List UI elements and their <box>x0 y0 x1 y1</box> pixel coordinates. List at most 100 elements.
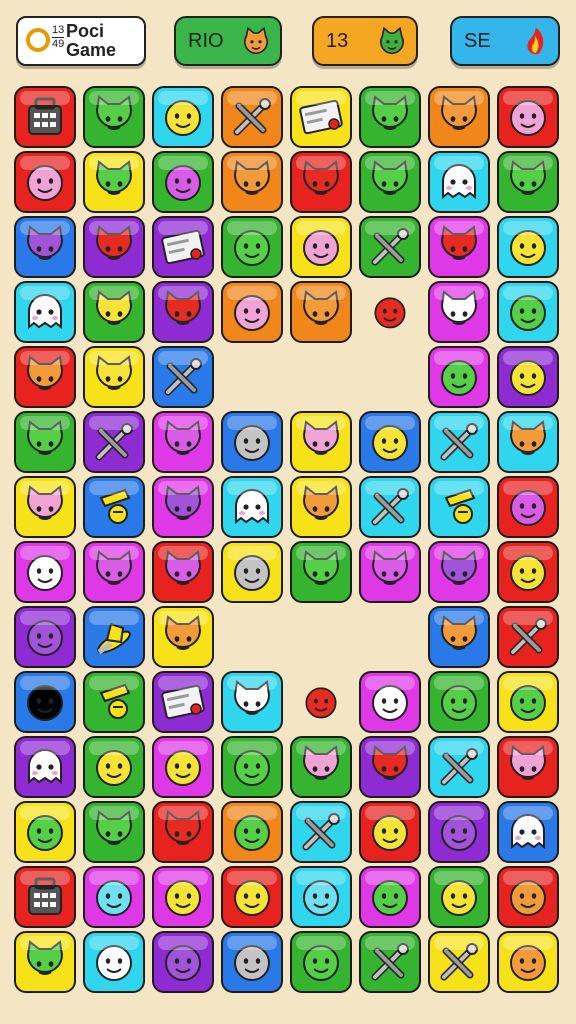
game-tile[interactable] <box>290 476 352 538</box>
game-tile[interactable] <box>290 151 352 213</box>
game-tile[interactable] <box>152 866 214 928</box>
game-tile[interactable] <box>497 671 559 733</box>
game-tile[interactable] <box>152 86 214 148</box>
game-tile[interactable] <box>497 216 559 278</box>
game-tile[interactable] <box>290 866 352 928</box>
game-tile[interactable] <box>428 411 490 473</box>
game-tile[interactable] <box>83 86 145 148</box>
game-tile[interactable] <box>497 281 559 343</box>
game-tile[interactable] <box>428 736 490 798</box>
game-tile[interactable] <box>290 86 352 148</box>
game-tile[interactable] <box>290 281 352 343</box>
game-tile[interactable] <box>152 736 214 798</box>
game-tile[interactable] <box>428 541 490 603</box>
game-tile[interactable] <box>359 216 421 278</box>
game-tile[interactable] <box>152 346 214 408</box>
game-tile[interactable] <box>290 931 352 993</box>
game-tile[interactable] <box>221 541 283 603</box>
game-tile[interactable] <box>497 801 559 863</box>
game-tile[interactable] <box>221 931 283 993</box>
game-tile[interactable] <box>14 346 76 408</box>
game-tile[interactable] <box>14 411 76 473</box>
game-tile[interactable] <box>359 931 421 993</box>
game-tile[interactable] <box>359 801 421 863</box>
game-tile[interactable] <box>83 736 145 798</box>
game-tile[interactable] <box>428 476 490 538</box>
game-tile[interactable] <box>83 866 145 928</box>
game-tile[interactable] <box>152 281 214 343</box>
game-tile[interactable] <box>14 931 76 993</box>
game-tile[interactable] <box>359 541 421 603</box>
game-tile[interactable] <box>221 866 283 928</box>
game-tile[interactable] <box>83 476 145 538</box>
game-tile[interactable] <box>14 606 76 668</box>
game-tile[interactable] <box>152 671 214 733</box>
game-tile[interactable] <box>14 86 76 148</box>
game-tile[interactable] <box>428 606 490 668</box>
game-tile[interactable] <box>497 736 559 798</box>
game-tile[interactable] <box>497 541 559 603</box>
game-tile[interactable] <box>83 281 145 343</box>
game-tile[interactable] <box>497 866 559 928</box>
game-tile[interactable] <box>152 151 214 213</box>
game-tile[interactable] <box>428 671 490 733</box>
game-tile[interactable] <box>359 866 421 928</box>
game-tile[interactable] <box>83 671 145 733</box>
game-tile[interactable] <box>428 281 490 343</box>
game-tile[interactable] <box>221 801 283 863</box>
game-tile[interactable] <box>428 801 490 863</box>
game-tile[interactable] <box>221 411 283 473</box>
game-tile[interactable] <box>359 736 421 798</box>
game-tile[interactable] <box>497 346 559 408</box>
game-tile[interactable] <box>14 216 76 278</box>
game-tile[interactable] <box>428 866 490 928</box>
game-tile[interactable] <box>221 671 283 733</box>
game-tile[interactable] <box>83 931 145 993</box>
game-tile[interactable] <box>428 151 490 213</box>
game-tile[interactable] <box>497 931 559 993</box>
loose-piece[interactable] <box>296 677 346 732</box>
game-tile[interactable] <box>497 606 559 668</box>
game-tile[interactable] <box>83 541 145 603</box>
game-tile[interactable] <box>14 151 76 213</box>
game-tile[interactable] <box>428 931 490 993</box>
game-tile[interactable] <box>290 216 352 278</box>
game-tile[interactable] <box>359 671 421 733</box>
game-tile[interactable] <box>14 801 76 863</box>
game-tile[interactable] <box>221 281 283 343</box>
game-tile[interactable] <box>83 216 145 278</box>
game-tile[interactable] <box>83 606 145 668</box>
se-button[interactable]: SE <box>450 16 560 66</box>
game-tile[interactable] <box>359 411 421 473</box>
game-tile[interactable] <box>290 541 352 603</box>
game-tile[interactable] <box>221 86 283 148</box>
game-tile[interactable] <box>428 216 490 278</box>
game-tile[interactable] <box>497 86 559 148</box>
game-tile[interactable] <box>14 671 76 733</box>
game-tile[interactable] <box>152 476 214 538</box>
game-tile[interactable] <box>14 476 76 538</box>
game-tile[interactable] <box>152 931 214 993</box>
game-tile[interactable] <box>497 151 559 213</box>
game-tile[interactable] <box>290 736 352 798</box>
game-tile[interactable] <box>152 541 214 603</box>
game-tile[interactable] <box>152 411 214 473</box>
game-tile[interactable] <box>359 86 421 148</box>
game-tile[interactable] <box>428 346 490 408</box>
game-tile[interactable] <box>359 151 421 213</box>
game-tile[interactable] <box>83 346 145 408</box>
game-tile[interactable] <box>83 801 145 863</box>
game-tile[interactable] <box>221 476 283 538</box>
game-tile[interactable] <box>221 216 283 278</box>
score-counter[interactable]: 13 <box>312 16 418 66</box>
game-tile[interactable] <box>83 151 145 213</box>
rio-button[interactable]: RIO <box>174 16 282 66</box>
game-tile[interactable] <box>152 801 214 863</box>
game-tile[interactable] <box>221 736 283 798</box>
game-tile[interactable] <box>428 86 490 148</box>
game-tile[interactable] <box>221 151 283 213</box>
game-tile[interactable] <box>14 281 76 343</box>
game-tile[interactable] <box>14 736 76 798</box>
game-tile[interactable] <box>152 606 214 668</box>
loose-piece[interactable] <box>365 287 415 342</box>
